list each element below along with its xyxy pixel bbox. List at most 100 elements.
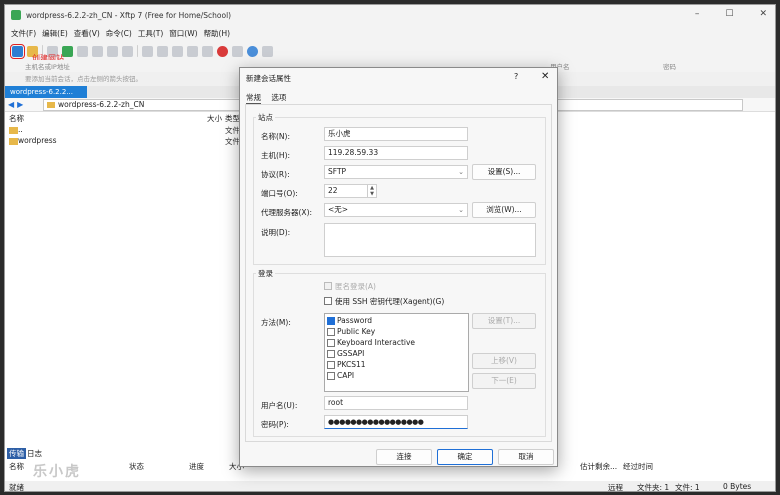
port-stepper-icon[interactable]: ▲ ▼: [367, 185, 376, 197]
port-field[interactable]: 22 ▲ ▼: [324, 184, 377, 198]
menu-help[interactable]: 帮助(H): [204, 28, 231, 39]
anonymous-login-label: 匿名登录(A): [335, 282, 376, 291]
status-ready: 就绪: [9, 483, 24, 492]
status-remote: 远程: [608, 483, 623, 492]
method-settings-button[interactable]: 设置(T)...: [472, 313, 536, 329]
folder-icon: [9, 127, 18, 134]
method-label-text: PKCS11: [337, 360, 366, 369]
description-field[interactable]: [324, 223, 536, 257]
paste-icon[interactable]: [107, 45, 118, 57]
transfer-col-name[interactable]: 名称: [9, 461, 24, 472]
new-site-icon[interactable]: [10, 43, 25, 59]
ssh-agent-label: 使用 SSH 密钥代理(Xagent)(G): [335, 297, 445, 306]
method-keyboard-interactive[interactable]: Keyboard Interactive: [325, 338, 468, 349]
anonymous-login-checkbox[interactable]: [324, 282, 332, 290]
folder-icon: [47, 102, 55, 108]
session-tab[interactable]: wordpress-6.2.2...: [5, 86, 87, 98]
globe-icon[interactable]: [187, 45, 198, 57]
proxy-browse-button[interactable]: 浏览(W)...: [472, 202, 536, 218]
ssh-agent-checkbox[interactable]: [324, 297, 332, 305]
host-address-input[interactable]: 主机名或IP地址: [25, 61, 70, 71]
tab-options[interactable]: 选项: [271, 92, 286, 103]
transfer-col-progress[interactable]: 进度: [189, 461, 204, 472]
method-public-key[interactable]: Public Key: [325, 327, 468, 338]
method-checkbox[interactable]: [327, 361, 335, 369]
method-capi[interactable]: CAPI: [325, 371, 468, 382]
move-down-button[interactable]: 下一(E): [472, 373, 536, 389]
help-icon[interactable]: [247, 45, 258, 57]
status-folders: 文件夹: 1: [637, 483, 670, 492]
method-pkcs11[interactable]: PKCS11: [325, 360, 468, 371]
sync-icon[interactable]: [122, 45, 133, 57]
method-label-text: Password: [337, 316, 373, 325]
transfer-col-eta[interactable]: 估计剩余...: [580, 461, 617, 472]
protocol-settings-button[interactable]: 设置(S)...: [472, 164, 536, 180]
tab-general[interactable]: 常规: [246, 92, 261, 104]
proxy-select[interactable]: <无> ⌄: [324, 203, 468, 217]
menu-view[interactable]: 查看(V): [74, 28, 100, 39]
chat-icon[interactable]: [262, 45, 273, 57]
delete-icon[interactable]: [157, 45, 168, 57]
proxy-value: <无>: [328, 205, 349, 214]
menu-edit[interactable]: 编辑(E): [42, 28, 68, 39]
status-files: 文件: 1: [675, 483, 700, 492]
maximize-button[interactable]: ☐: [725, 9, 733, 19]
ok-button[interactable]: 确定: [437, 449, 493, 465]
method-label-text: CAPI: [337, 371, 355, 380]
cancel-button[interactable]: 取消: [498, 449, 554, 465]
host-label: 主机(H):: [261, 151, 291, 160]
layout-icon[interactable]: [172, 45, 183, 57]
auth-method-list[interactable]: Password Public Key Keyboard Interactive…: [324, 313, 469, 392]
password-field[interactable]: ●●●●●●●●●●●●●●●●●: [324, 415, 468, 429]
method-checkbox[interactable]: [327, 339, 335, 347]
protocol-value: SFTP: [328, 167, 347, 176]
close-icon[interactable]: ✕: [541, 71, 549, 82]
back-arrow-icon[interactable]: ◀: [8, 100, 14, 109]
transfer-col-elapsed[interactable]: 经过时间: [623, 461, 653, 472]
menu-file[interactable]: 文件(F): [11, 28, 36, 39]
copy-icon[interactable]: [92, 45, 103, 57]
protocol-select[interactable]: SFTP ⌄: [324, 165, 468, 179]
move-up-button[interactable]: 上移(V): [472, 353, 536, 369]
column-name[interactable]: 名称: [9, 113, 24, 124]
method-password[interactable]: Password: [325, 316, 468, 327]
title-bar: wordpress-6.2.2-zh_CN - Xftp 7 (Free for…: [5, 5, 775, 25]
file-name: ..: [18, 125, 23, 134]
tab-log[interactable]: 日志: [27, 448, 42, 459]
password-input[interactable]: 密码: [663, 61, 676, 71]
menu-command[interactable]: 命令(C): [106, 28, 132, 39]
watermark-text: 乐小虎: [33, 464, 81, 480]
dialog-tabs: 常规 选项: [246, 92, 294, 104]
column-type[interactable]: 类型: [225, 113, 240, 124]
tab-transfer[interactable]: 传输: [7, 448, 26, 459]
help-icon[interactable]: ?: [514, 72, 518, 81]
username-field[interactable]: root: [324, 396, 468, 410]
method-checkbox[interactable]: [327, 350, 335, 358]
host-field[interactable]: 119.28.59.33: [324, 146, 468, 160]
xshell-icon[interactable]: [217, 45, 228, 57]
method-label-text: GSSAPI: [337, 349, 365, 358]
column-size[interactable]: 大小: [207, 113, 222, 124]
toolbar: [5, 42, 775, 60]
xftp-app-icon: [11, 10, 21, 20]
gear-icon[interactable]: [232, 45, 243, 57]
method-gssapi[interactable]: GSSAPI: [325, 349, 468, 360]
chevron-down-icon: ⌄: [458, 168, 464, 176]
port-label: 端口号(O):: [261, 189, 298, 198]
lock-icon[interactable]: [202, 45, 213, 57]
transfer-col-status[interactable]: 状态: [129, 461, 144, 472]
name-field[interactable]: 乐小虎: [324, 127, 468, 141]
minimize-button[interactable]: –: [695, 9, 700, 19]
transfer-icon[interactable]: [77, 45, 88, 57]
menu-window[interactable]: 窗口(W): [169, 28, 197, 39]
forward-arrow-icon[interactable]: ▶: [17, 100, 23, 109]
chevron-down-icon: ⌄: [458, 206, 464, 214]
status-bar: 就绪 远程 文件夹: 1 文件: 1 0 Bytes: [5, 481, 775, 492]
method-checkbox[interactable]: [327, 372, 335, 380]
method-checkbox[interactable]: [327, 328, 335, 336]
connect-button[interactable]: 连接: [376, 449, 432, 465]
method-checkbox[interactable]: [327, 317, 335, 325]
properties-icon[interactable]: [142, 45, 153, 57]
close-window-button[interactable]: ✕: [759, 9, 767, 19]
menu-tools[interactable]: 工具(T): [138, 28, 163, 39]
